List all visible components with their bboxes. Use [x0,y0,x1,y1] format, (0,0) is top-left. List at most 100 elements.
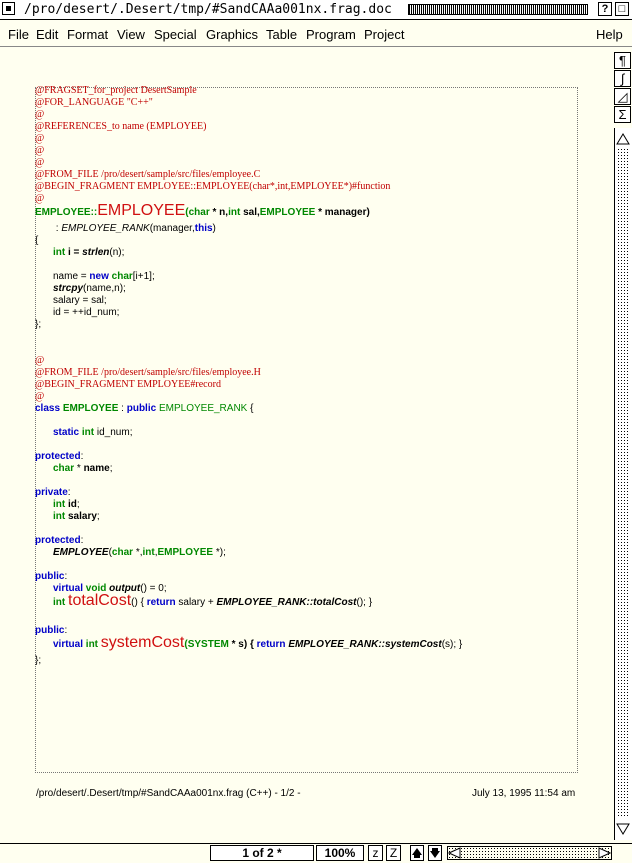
code-token: this [194,223,213,234]
code-line: @ [35,133,45,144]
page-footer-date: July 13, 1995 11:54 am [472,788,576,799]
status-bar: 1 of 2 * 100% z Z [0,843,632,863]
code-token: protected [35,451,81,462]
code-token: int [53,511,66,522]
zoom-out-button[interactable]: z [368,845,383,861]
code-line: @ [35,355,45,366]
code-line: { [35,235,39,246]
close-icon[interactable]: □ [615,2,629,16]
code-token: * s) { [228,639,257,650]
code-token: int [142,547,155,558]
code-line: salary = sal; [53,295,107,306]
menu-edit[interactable]: Edit [36,27,58,42]
code-token: i = [65,247,83,258]
menu-table[interactable]: Table [266,27,297,42]
code-token: (); } [356,597,373,608]
code-line: @FROM_FILE /pro/desert/sample/src/files/… [35,169,261,180]
paragraph-icon[interactable]: ¶ [614,52,631,69]
code-token: EMPLOYEE:: [35,207,98,218]
code-token: * [74,463,84,474]
menu-view[interactable]: View [117,27,145,42]
scroll-down-arrow-icon[interactable] [616,823,630,835]
code-line: @FROM_FILE /pro/desert/sample/src/files/… [35,367,261,378]
menu-program[interactable]: Program [306,27,356,42]
page-indicator[interactable]: 1 of 2 * [210,845,314,861]
menu-special[interactable]: Special [154,27,197,42]
code-token: : [118,403,127,414]
function-icon[interactable]: ∫ [614,70,631,87]
code-token: (n); [109,247,125,258]
code-token: : [80,535,84,546]
zoom-in-button[interactable]: Z [386,845,401,861]
code-token: : [67,487,71,498]
code-token: ) [212,223,216,234]
code-token: : [64,571,68,582]
vertical-scrollbar[interactable] [614,128,632,840]
code-token: () { [131,597,147,608]
code-token: * manager) [315,207,370,218]
code-token: id_num; [94,427,133,438]
code-token: * n, [209,207,229,218]
scroll-right-arrow-icon[interactable] [598,847,611,859]
menu-format[interactable]: Format [67,27,108,42]
code-line: : EMPLOYEE_RANK(manager,this) [53,223,216,235]
zoom-level[interactable]: 100% [316,845,364,861]
code-token: name = [53,271,90,282]
code-token: EMPLOYEE_RANK::totalCost [216,597,357,608]
menu-file[interactable]: File [8,27,29,42]
code-line: protected: [35,535,83,547]
code-token: EMPLOYEE [53,547,109,558]
code-token: (s); } [441,639,463,650]
code-line: @BEGIN_FRAGMENT EMPLOYEE#record [35,379,221,390]
code-token: char [188,207,210,218]
code-token: char [111,271,133,282]
code-line: @ [35,391,45,402]
scroll-left-arrow-icon[interactable] [448,847,461,859]
sigma-icon[interactable]: Σ [614,106,631,123]
page-down-icon[interactable] [428,845,442,861]
code-token: strcpy [53,283,84,294]
right-toolbar: ¶ ∫ ◿ Σ [614,52,632,124]
code-token: public [35,571,65,582]
code-token: strlen [82,247,110,258]
page-down-arrow-icon [430,848,440,858]
help-icon[interactable]: ? [598,2,612,16]
code-token: EMPLOYEE_RANK [61,223,150,234]
code-token: ; [109,463,113,474]
code-token: static [53,427,80,438]
code-line: }; [35,655,42,666]
code-token: private [35,487,68,498]
code-token: id [68,499,77,510]
code-token: (name,n); [83,283,126,294]
code-line: @FRAGSET_for_project DesertSample [35,85,197,96]
page-up-icon[interactable] [410,845,424,861]
code-token: int [53,597,66,608]
code-token: () = 0; [140,583,167,594]
code-token: public [126,403,157,414]
code-token: totalCost [68,592,132,609]
code-line: @ [35,193,45,204]
code-token: return [146,597,176,608]
graphics-icon[interactable]: ◿ [614,88,631,105]
vertical-scroll-track[interactable] [617,148,630,818]
code-line: int i = strlen(n); [53,247,124,259]
code-line: @BEGIN_FRAGMENT EMPLOYEE::EMPLOYEE(char*… [35,181,391,192]
scroll-up-arrow-icon[interactable] [616,133,630,145]
code-line: name = new char[i+1]; [53,271,155,283]
code-token: systemCost [100,634,185,651]
window-menu-icon[interactable] [2,2,15,15]
code-line: int id; [53,499,80,511]
menu-project[interactable]: Project [364,27,404,42]
code-token: public [35,625,65,636]
code-token: [i+1]; [132,271,155,282]
code-line: @ [35,145,45,156]
title-drag-area[interactable] [408,4,588,15]
code-line: private: [35,487,71,499]
menu-graphics[interactable]: Graphics [206,27,258,42]
code-token: *, [133,547,143,558]
window-title: /pro/desert/.Desert/tmp/#SandCAAa001nx.f… [24,2,392,17]
menu-help[interactable]: Help [596,27,623,42]
code-token: int [228,207,241,218]
code-token: ; [96,511,100,522]
horizontal-scrollbar[interactable] [447,846,612,860]
